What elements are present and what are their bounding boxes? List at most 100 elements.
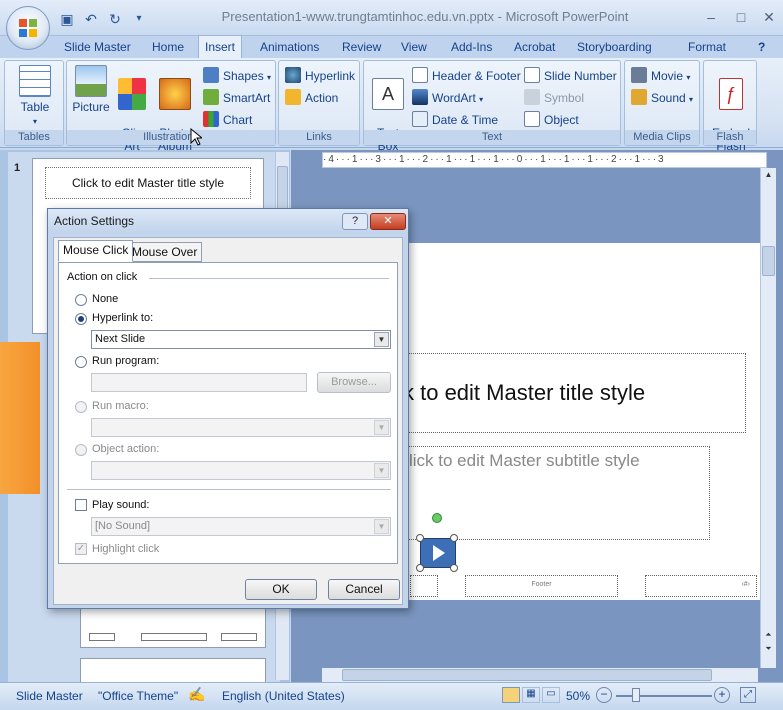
slide-number-button[interactable]: Slide Number xyxy=(524,67,617,85)
tab-animations[interactable]: Animations xyxy=(254,36,325,58)
resize-handle[interactable] xyxy=(450,564,458,572)
radio-run-macro[interactable] xyxy=(75,401,87,413)
rotate-handle[interactable] xyxy=(432,513,442,523)
section-label: Action on click xyxy=(67,271,138,283)
program-input[interactable] xyxy=(91,373,307,392)
chevron-down-icon: ▼ xyxy=(374,463,389,478)
hyperlink-dropdown[interactable]: Next Slide ▼ xyxy=(91,330,391,349)
symbol-button[interactable]: Symbol xyxy=(524,89,584,107)
prev-slide-icon[interactable]: ⏶ xyxy=(762,630,775,642)
slide-sorter-icon[interactable]: ▦ xyxy=(522,687,540,703)
action-button-shape[interactable] xyxy=(420,538,456,568)
tab-review[interactable]: Review xyxy=(336,36,387,58)
tab-slide-master[interactable]: Slide Master xyxy=(58,36,137,58)
date-placeholder[interactable] xyxy=(410,575,438,597)
resize-handle[interactable] xyxy=(416,534,424,542)
ok-button[interactable]: OK xyxy=(245,579,317,600)
object-action-dropdown[interactable]: ▼ xyxy=(91,461,391,480)
picture-button[interactable]: Picture xyxy=(71,65,111,114)
slide-show-icon[interactable]: ▭ xyxy=(542,687,560,703)
smartart-button[interactable]: SmartArt xyxy=(203,89,270,107)
radio-none[interactable] xyxy=(75,294,87,306)
clip-art-icon xyxy=(118,78,146,110)
tab-home[interactable]: Home xyxy=(146,36,190,58)
table-button[interactable]: Table ▾ xyxy=(13,65,57,128)
tab-insert[interactable]: Insert xyxy=(198,35,243,59)
spell-check-icon[interactable]: ✍ xyxy=(188,686,205,703)
ribbon: Table▾ Tables Picture Clip Art Photo Alb… xyxy=(0,58,783,153)
scroll-up-icon[interactable]: ▲ xyxy=(762,170,775,182)
omega-icon xyxy=(524,89,540,105)
status-language[interactable]: English (United States) xyxy=(222,689,345,703)
tab-storyboarding[interactable]: Storyboarding xyxy=(571,36,658,58)
zoom-slider-thumb[interactable] xyxy=(632,688,640,702)
office-logo-icon xyxy=(19,19,37,37)
thumb-footer-right xyxy=(221,633,257,641)
object-button[interactable]: Object xyxy=(524,111,579,129)
subtitle-placeholder[interactable]: lick to edit Master subtitle style xyxy=(390,446,710,540)
vertical-scrollbar[interactable]: ▲ ⏶ ⏷ xyxy=(760,168,776,668)
normal-view-icon[interactable] xyxy=(502,687,520,703)
resize-handle[interactable] xyxy=(416,564,424,572)
browse-button[interactable]: Browse... xyxy=(317,372,391,393)
radio-run-program[interactable] xyxy=(75,356,87,368)
chevron-down-icon: ▼ xyxy=(374,420,389,435)
chart-button[interactable]: Chart xyxy=(203,111,252,129)
wordart-button[interactable]: WordArt ▾ xyxy=(412,89,483,107)
office-button[interactable] xyxy=(6,6,50,50)
minimize-button[interactable]: – xyxy=(700,8,722,26)
action-button[interactable]: Action xyxy=(285,89,338,107)
tab-mouse-over[interactable]: Mouse Over xyxy=(127,242,203,262)
horizontal-scrollbar[interactable] xyxy=(322,668,758,682)
tab-format[interactable]: Format xyxy=(682,36,732,58)
group-label-media-clips: Media Clips xyxy=(625,130,699,145)
dialog-body: Mouse Click Mouse Over Action on click N… xyxy=(53,237,403,605)
tab-add-ins[interactable]: Add-Ins xyxy=(445,36,498,58)
group-text: A Text Box Header & Footer WordArt ▾ Dat… xyxy=(363,60,621,153)
dialog-help-button[interactable]: ? xyxy=(342,213,368,230)
date-time-button[interactable]: Date & Time xyxy=(412,111,498,129)
radio-object-action[interactable] xyxy=(75,444,87,456)
footer-placeholder[interactable]: Footer xyxy=(465,575,618,597)
zoom-level[interactable]: 50% xyxy=(566,689,590,703)
tab-view[interactable]: View xyxy=(395,36,433,58)
zoom-slider-track[interactable] xyxy=(616,695,712,697)
scroll-thumb[interactable] xyxy=(762,246,775,276)
highlight-click-checkbox[interactable]: ✓ xyxy=(75,543,87,555)
label-run-program: Run program: xyxy=(92,355,160,367)
macro-dropdown[interactable]: ▼ xyxy=(91,418,391,437)
fit-to-window-icon[interactable]: ⤢ xyxy=(740,687,756,703)
radio-hyperlink-to[interactable] xyxy=(75,313,87,325)
title-placeholder[interactable]: k to edit Master title style xyxy=(386,353,746,433)
photo-album-icon xyxy=(159,78,191,110)
scroll-thumb[interactable] xyxy=(342,669,712,681)
save-icon[interactable]: ▣ xyxy=(58,11,76,27)
help-icon[interactable]: ? xyxy=(752,36,771,58)
group-media-clips: Movie ▾ Sound ▾ Media Clips xyxy=(624,60,700,146)
smartart-icon xyxy=(203,89,219,105)
maximize-button[interactable]: □ xyxy=(730,8,752,26)
picture-icon xyxy=(75,65,107,97)
sound-button[interactable]: Sound ▾ xyxy=(631,89,693,107)
hyperlink-button[interactable]: Hyperlink xyxy=(285,67,355,85)
divider xyxy=(67,489,391,490)
shapes-button[interactable]: Shapes ▾ xyxy=(203,67,271,85)
movie-button[interactable]: Movie ▾ xyxy=(631,67,690,85)
tab-acrobat[interactable]: Acrobat xyxy=(508,36,561,58)
slide-number-placeholder[interactable]: ‹#› xyxy=(645,575,757,597)
next-slide-icon[interactable]: ⏷ xyxy=(762,644,775,656)
table-icon xyxy=(19,65,51,97)
cancel-button[interactable]: Cancel xyxy=(328,579,400,600)
customize-icon[interactable]: ▾ xyxy=(130,11,148,27)
undo-icon[interactable]: ↶ xyxy=(82,11,100,27)
sound-dropdown[interactable]: [No Sound] ▼ xyxy=(91,517,391,536)
close-window-button[interactable]: ✕ xyxy=(758,8,780,26)
zoom-out-icon[interactable]: − xyxy=(596,687,612,703)
zoom-in-icon[interactable]: + xyxy=(714,687,730,703)
header-footer-button[interactable]: Header & Footer xyxy=(412,67,521,85)
play-sound-checkbox[interactable] xyxy=(75,499,87,511)
tab-mouse-click[interactable]: Mouse Click xyxy=(58,240,134,262)
redo-icon[interactable]: ↻ xyxy=(106,11,124,27)
resize-handle[interactable] xyxy=(450,534,458,542)
dialog-close-button[interactable]: ✕ xyxy=(370,213,406,230)
